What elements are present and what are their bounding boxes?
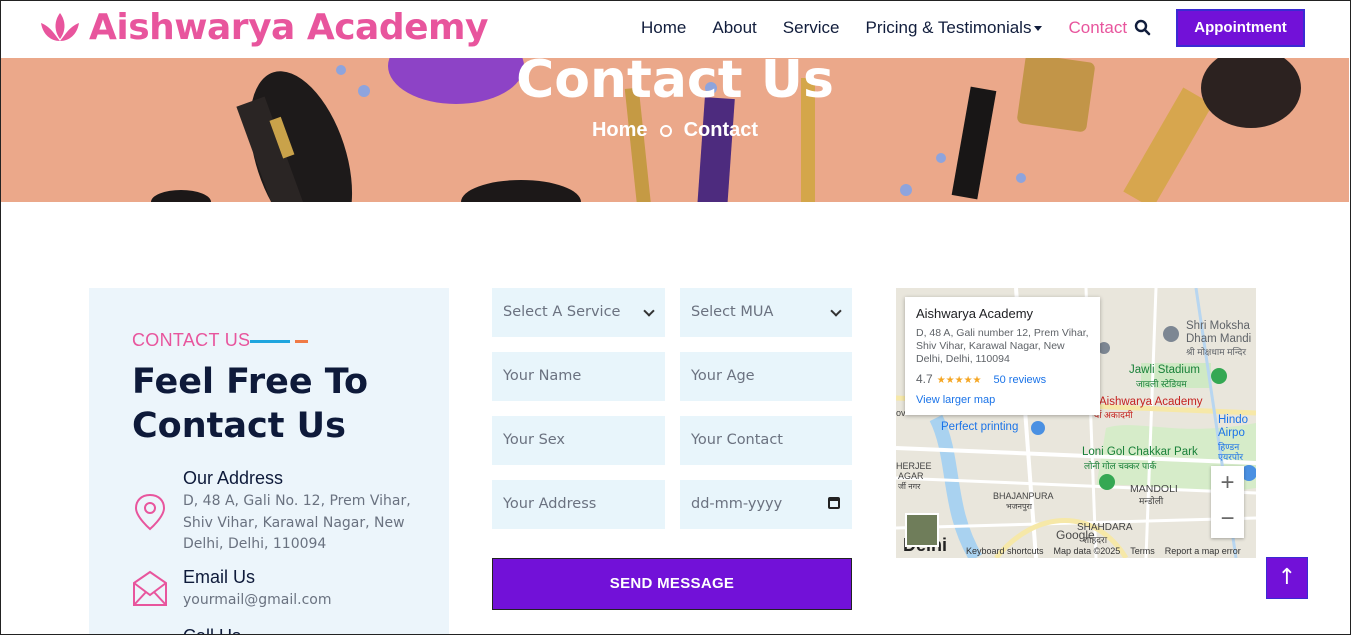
map-label: Dham Mandi (1186, 333, 1252, 345)
main-nav: Home About Service Pricing & Testimonial… (641, 18, 1153, 38)
site-header: Aishwarya Academy Home About Service Pri… (1, 1, 1350, 58)
map-label: श्री मोक्षधाम मन्दिर (1186, 347, 1247, 357)
breadcrumb-current: Contact (683, 119, 759, 141)
email-text[interactable]: yourmail@gmail.com (183, 590, 413, 612)
map-label: Airpo (1218, 427, 1245, 439)
lotus-icon (41, 12, 79, 41)
breadcrumb-home[interactable]: Home (592, 119, 648, 141)
search-icon[interactable] (1134, 19, 1152, 37)
scroll-to-top-button[interactable]: ↑ (1266, 557, 1308, 599)
chevron-down-icon (643, 305, 655, 317)
satellite-toggle[interactable] (905, 513, 939, 547)
logo-text: Aishwarya Academy (89, 7, 489, 48)
map-pin-icon (134, 493, 166, 531)
service-select[interactable]: Select A Service (492, 288, 665, 337)
nav-service[interactable]: Service (783, 18, 840, 38)
nav-pricing[interactable]: Pricing & Testimonials (865, 18, 1043, 38)
map-label: Aishwarya Academy (1099, 396, 1203, 408)
place-rating: 4.7 ★★★★★ 50 reviews (916, 372, 1089, 386)
kicker-line-blue (250, 340, 290, 343)
place-address: D, 48 A, Gali number 12, Prem Vihar, Shi… (916, 327, 1089, 365)
section-kicker: CONTACT US (132, 330, 251, 350)
zoom-in-button[interactable]: + (1211, 466, 1244, 502)
nav-contact[interactable]: Contact (1068, 18, 1127, 38)
nav-about[interactable]: About (712, 18, 756, 38)
reviews-link[interactable]: 50 reviews (994, 374, 1047, 386)
email-title: Email Us (183, 567, 256, 587)
map-label: मन्डोली (1139, 496, 1164, 506)
appointment-button[interactable]: Appointment (1176, 9, 1305, 47)
contact-info-panel: CONTACT US Feel Free To Contact Us Our A… (89, 288, 449, 634)
terms-link[interactable]: Terms (1130, 546, 1155, 556)
address-input[interactable]: Your Address (492, 480, 665, 529)
map-label: Perfect printing (941, 421, 1019, 433)
calendar-icon[interactable] (828, 497, 840, 509)
sex-input[interactable]: Your Sex (492, 416, 665, 465)
headline-line2: Contact Us (132, 406, 346, 446)
headline-line1: Feel Free To (132, 362, 369, 402)
service-select-value: Select A Service (503, 304, 621, 320)
page: Aishwarya Academy Home About Service Pri… (0, 0, 1351, 635)
name-input[interactable]: Your Name (492, 352, 665, 401)
star-rating-icon: ★★★★★ (936, 375, 982, 386)
address-text: D, 48 A, Gali No. 12, Prem Vihar, Shiv V… (183, 493, 411, 552)
date-input[interactable]: dd-mm-yyyy (680, 480, 852, 529)
map-label: AGAR (898, 471, 924, 481)
age-input[interactable]: Your Age (680, 352, 852, 401)
map-label: Loni Gol Chakkar Park (1082, 446, 1198, 458)
chevron-down-icon (830, 305, 842, 317)
section-headline: Feel Free To Contact Us (132, 360, 368, 448)
logo[interactable]: Aishwarya Academy (39, 7, 489, 48)
map-label: लोनी गोल चक्कर पार्क (1084, 461, 1157, 471)
map-label: र्जी नगर (898, 482, 921, 491)
call-title: Call Us (183, 626, 241, 634)
map-data-text: Map data ©2025 (1053, 546, 1121, 556)
zoom-controls: + − (1211, 466, 1244, 538)
map-label: HERJEE (896, 461, 932, 471)
map-label: जावली स्टेडियम (1136, 379, 1187, 389)
place-card: Aishwarya Academy D, 48 A, Gali number 1… (905, 297, 1100, 415)
map-label: भजनपुरा (1006, 502, 1032, 511)
page-banner: Contact Us Home Contact (1, 58, 1349, 202)
map-label: Hindo (1218, 414, 1249, 426)
place-name: Aishwarya Academy (916, 306, 1034, 321)
keyboard-shortcuts-link[interactable]: Keyboard shortcuts (966, 546, 1044, 556)
arrow-up-icon: ↑ (1277, 565, 1297, 590)
address-title: Our Address (183, 468, 284, 488)
mua-select-value: Select MUA (691, 304, 774, 320)
nav-pricing-label: Pricing & Testimonials (865, 18, 1032, 37)
map-label: एयरपोर (1218, 452, 1244, 462)
send-message-button[interactable]: SEND MESSAGE (492, 558, 852, 610)
map-label: Shri Moksha (1186, 320, 1250, 332)
zoom-out-button[interactable]: − (1211, 502, 1244, 538)
report-error-link[interactable]: Report a map error (1165, 546, 1241, 556)
google-map[interactable]: Shri Moksha Dham Mandi श्री मोक्षधाम मन्… (896, 288, 1256, 558)
map-label: BHAJANPURA (993, 491, 1054, 501)
page-title: Contact Us (516, 58, 834, 110)
caret-down-icon (1034, 26, 1043, 32)
breadcrumb: Home Contact (1, 119, 1349, 142)
kicker-line-orange (295, 340, 308, 343)
envelope-icon (133, 570, 167, 606)
mua-select[interactable]: Select MUA (680, 288, 852, 337)
nav-home[interactable]: Home (641, 18, 686, 38)
breadcrumb-separator-icon (659, 124, 672, 137)
contact-input[interactable]: Your Contact (680, 416, 852, 465)
map-attribution: Keyboard shortcuts Map data ©2025 Terms Rep… (966, 546, 1251, 556)
view-larger-map-link[interactable]: View larger map (916, 394, 1089, 406)
date-input-value: dd-mm-yyyy (691, 496, 783, 512)
map-label: Jawli Stadium (1129, 364, 1200, 376)
rating-value: 4.7 (916, 372, 933, 386)
google-logo: Google (1056, 528, 1095, 542)
